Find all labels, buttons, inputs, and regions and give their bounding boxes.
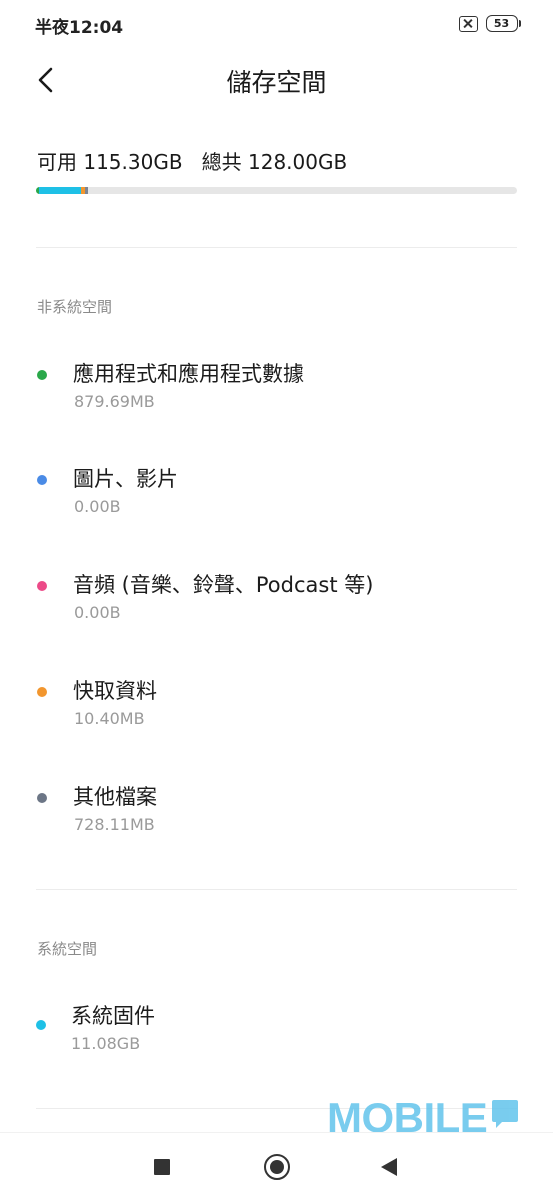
item-size: 728.11MB — [74, 815, 155, 834]
cache-dot-icon — [37, 687, 47, 697]
apps-dot-icon — [37, 370, 47, 380]
audio-dot-icon — [37, 581, 47, 591]
other-dot-icon — [37, 793, 47, 803]
no-sim-icon — [458, 15, 478, 32]
images-dot-icon — [37, 475, 47, 485]
divider — [36, 247, 517, 248]
item-label: 圖片、影片 — [73, 467, 178, 491]
battery-tip — [518, 20, 521, 27]
battery-icon: 53 — [485, 15, 521, 32]
total-label: 總共 — [201, 150, 242, 174]
item-label: 其他檔案 — [73, 785, 157, 809]
storage-item-apps[interactable]: 應用程式和應用程式數據 879.69MB — [36, 358, 517, 438]
status-bar: 半夜12:04 53 — [0, 0, 553, 48]
usage-segment-other — [84, 187, 88, 194]
item-size: 10.40MB — [74, 709, 145, 728]
item-label: 應用程式和應用程式數據 — [73, 362, 304, 386]
storage-item-other-files[interactable]: 其他檔案 728.11MB — [36, 781, 517, 861]
firmware-dot-icon — [36, 1020, 46, 1030]
page-title: 儲存空間 — [226, 68, 327, 97]
status-icons: 53 — [458, 15, 521, 32]
item-size: 11.08GB — [71, 1034, 141, 1053]
item-label: 系統固件 — [71, 1004, 155, 1028]
status-time: 半夜12:04 — [35, 18, 124, 38]
total-value: 128.00GB — [248, 150, 348, 174]
storage-item-cache[interactable]: 快取資料 10.40MB — [36, 675, 517, 755]
item-label: 快取資料 — [73, 679, 157, 703]
divider — [36, 889, 517, 890]
nav-back-button[interactable] — [381, 1158, 397, 1176]
item-size: 0.00B — [74, 497, 121, 516]
usage-segment-system — [39, 187, 81, 194]
item-size: 0.00B — [74, 603, 121, 622]
section-title-non-system: 非系統空間 — [37, 298, 113, 316]
storage-summary: 可用 115.30GB 總共 128.00GB — [37, 146, 347, 175]
navigation-bar — [0, 1132, 553, 1200]
storage-item-audio[interactable]: 音頻 (音樂、鈴聲、Podcast 等) 0.00B — [36, 569, 517, 649]
battery-level: 53 — [485, 15, 518, 32]
item-size: 879.69MB — [74, 392, 155, 411]
item-label: 音頻 (音樂、鈴聲、Podcast 等) — [73, 573, 374, 597]
header: 儲存空間 — [0, 48, 553, 112]
recents-button[interactable] — [154, 1159, 170, 1175]
storage-item-system-firmware[interactable]: 系統固件 11.08GB — [36, 1000, 517, 1080]
section-title-system: 系統空間 — [37, 940, 98, 958]
storage-usage-bar — [36, 187, 517, 194]
watermark-bubble-icon — [492, 1100, 518, 1128]
storage-item-images-videos[interactable]: 圖片、影片 0.00B — [36, 463, 517, 543]
available-label: 可用 — [37, 150, 77, 174]
home-button[interactable] — [264, 1154, 290, 1180]
available-value: 115.30GB — [83, 150, 183, 174]
